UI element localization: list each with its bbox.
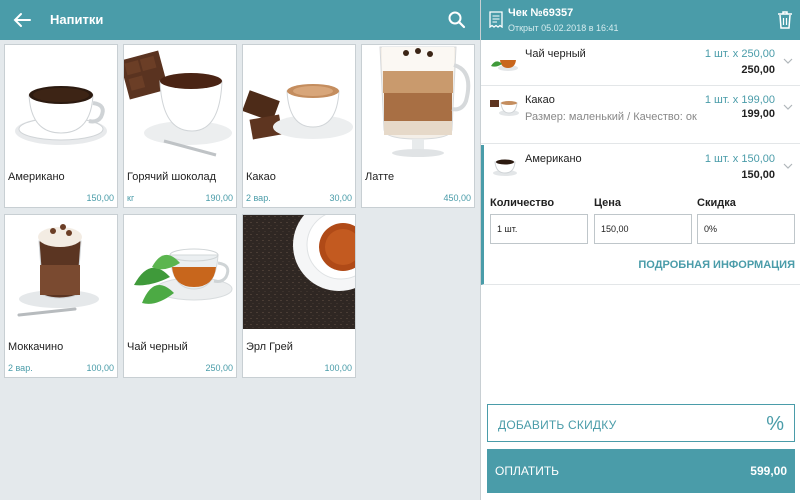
product-name: Моккачино	[8, 341, 64, 353]
product-price: 250,00	[205, 363, 233, 373]
hot-chocolate-image	[124, 45, 236, 159]
product-price: 100,00	[324, 363, 352, 373]
product-price: 100,00	[86, 363, 114, 373]
line-item-total: 250,00	[741, 64, 775, 76]
earl-grey-image	[243, 215, 355, 329]
product-variant: 2 вар.	[8, 363, 33, 373]
line-item-total: 150,00	[741, 169, 775, 181]
catalog-header: Напитки	[0, 0, 480, 40]
product-price: 150,00	[86, 193, 114, 203]
product-name: Горячий шоколад	[127, 171, 217, 183]
black-tea-image	[124, 215, 236, 329]
chevron-down-icon[interactable]	[783, 58, 793, 64]
product-name: Эрл Грей	[246, 341, 293, 353]
product-name: Какао	[246, 171, 276, 183]
product-price: 30,00	[329, 193, 352, 203]
product-tile[interactable]: Горячий шоколад кг 190,00	[123, 44, 237, 208]
percent-icon: %	[766, 413, 784, 435]
line-item-name: Американо	[525, 153, 582, 165]
product-name: Латте	[365, 171, 395, 183]
cocoa-image	[243, 45, 355, 159]
line-item-modifiers: Размер: маленький / Качество: ок	[525, 111, 697, 123]
line-item-total: 199,00	[741, 108, 775, 120]
receipt-line-selected[interactable]: Американо 1 шт. x 150,00 150,00 Количест…	[481, 145, 800, 285]
line-item-qty-price: 1 шт. x 250,00	[704, 48, 775, 60]
receipt-line[interactable]: Чай черный 1 шт. x 250,00 250,00	[481, 40, 800, 86]
receipt-header: Чек №69357 Открыт 05.02.2018 в 16:41	[481, 0, 800, 40]
price-label: Цена	[594, 197, 622, 209]
mochaccino-image	[5, 215, 117, 329]
receipt-line[interactable]: Какао Размер: маленький / Качество: ок 1…	[481, 86, 800, 144]
cocoa-thumbnail	[490, 100, 519, 116]
quantity-label: Количество	[490, 197, 555, 209]
discount-label: Скидка	[697, 197, 736, 209]
add-discount-label: ДОБАВИТЬ СКИДКУ	[498, 418, 617, 432]
pay-button[interactable]: ОПЛАТИТЬ 599,00	[487, 449, 795, 493]
product-tile[interactable]: Эрл Грей 100,00	[242, 214, 356, 378]
product-variant: 2 вар.	[246, 193, 271, 203]
back-arrow-icon[interactable]	[8, 6, 36, 34]
product-name: Американо	[8, 171, 65, 183]
product-variant: кг	[127, 193, 135, 203]
product-price: 190,00	[205, 193, 233, 203]
line-item-name: Чай черный	[525, 48, 586, 60]
receipt-opened-time: Открыт 05.02.2018 в 16:41	[508, 23, 619, 33]
product-price: 450,00	[443, 193, 471, 203]
price-field[interactable]	[594, 214, 692, 244]
line-item-qty-price: 1 шт. x 199,00	[704, 94, 775, 106]
trash-icon[interactable]	[777, 10, 793, 29]
details-link[interactable]: ПОДРОБНАЯ ИНФОРМАЦИЯ	[638, 259, 795, 271]
chevron-down-icon[interactable]	[783, 104, 793, 110]
line-item-qty-price: 1 шт. x 150,00	[704, 153, 775, 165]
product-tile[interactable]: Какао 2 вар. 30,00	[242, 44, 356, 208]
product-name: Чай черный	[127, 341, 188, 353]
add-discount-button[interactable]: ДОБАВИТЬ СКИДКУ %	[487, 404, 795, 442]
pay-total: 599,00	[750, 464, 787, 478]
product-catalog-pane: Напитки Американо 150,00 Горячий шоколад…	[0, 0, 480, 500]
product-tile[interactable]: Американо 150,00	[4, 44, 118, 208]
product-tile[interactable]: Моккачино 2 вар. 100,00	[4, 214, 118, 378]
search-icon[interactable]	[446, 9, 468, 31]
coffee-cup-image	[5, 45, 117, 159]
latte-glass-image	[362, 45, 474, 159]
receipt-pane: Чек №69357 Открыт 05.02.2018 в 16:41 Чай…	[480, 0, 800, 500]
discount-field[interactable]	[697, 214, 795, 244]
pay-label: ОПЛАТИТЬ	[495, 464, 560, 478]
product-tile[interactable]: Чай черный 250,00	[123, 214, 237, 378]
receipt-icon	[489, 11, 503, 28]
coffee-cup-thumbnail	[493, 159, 517, 176]
product-tile[interactable]: Латте 450,00	[361, 44, 475, 208]
receipt-title: Чек №69357	[508, 7, 574, 19]
line-item-name: Какао	[525, 94, 555, 106]
quantity-field[interactable]	[490, 214, 588, 244]
chevron-down-icon[interactable]	[783, 163, 793, 169]
black-tea-thumbnail	[491, 60, 518, 71]
category-title: Напитки	[50, 12, 104, 27]
